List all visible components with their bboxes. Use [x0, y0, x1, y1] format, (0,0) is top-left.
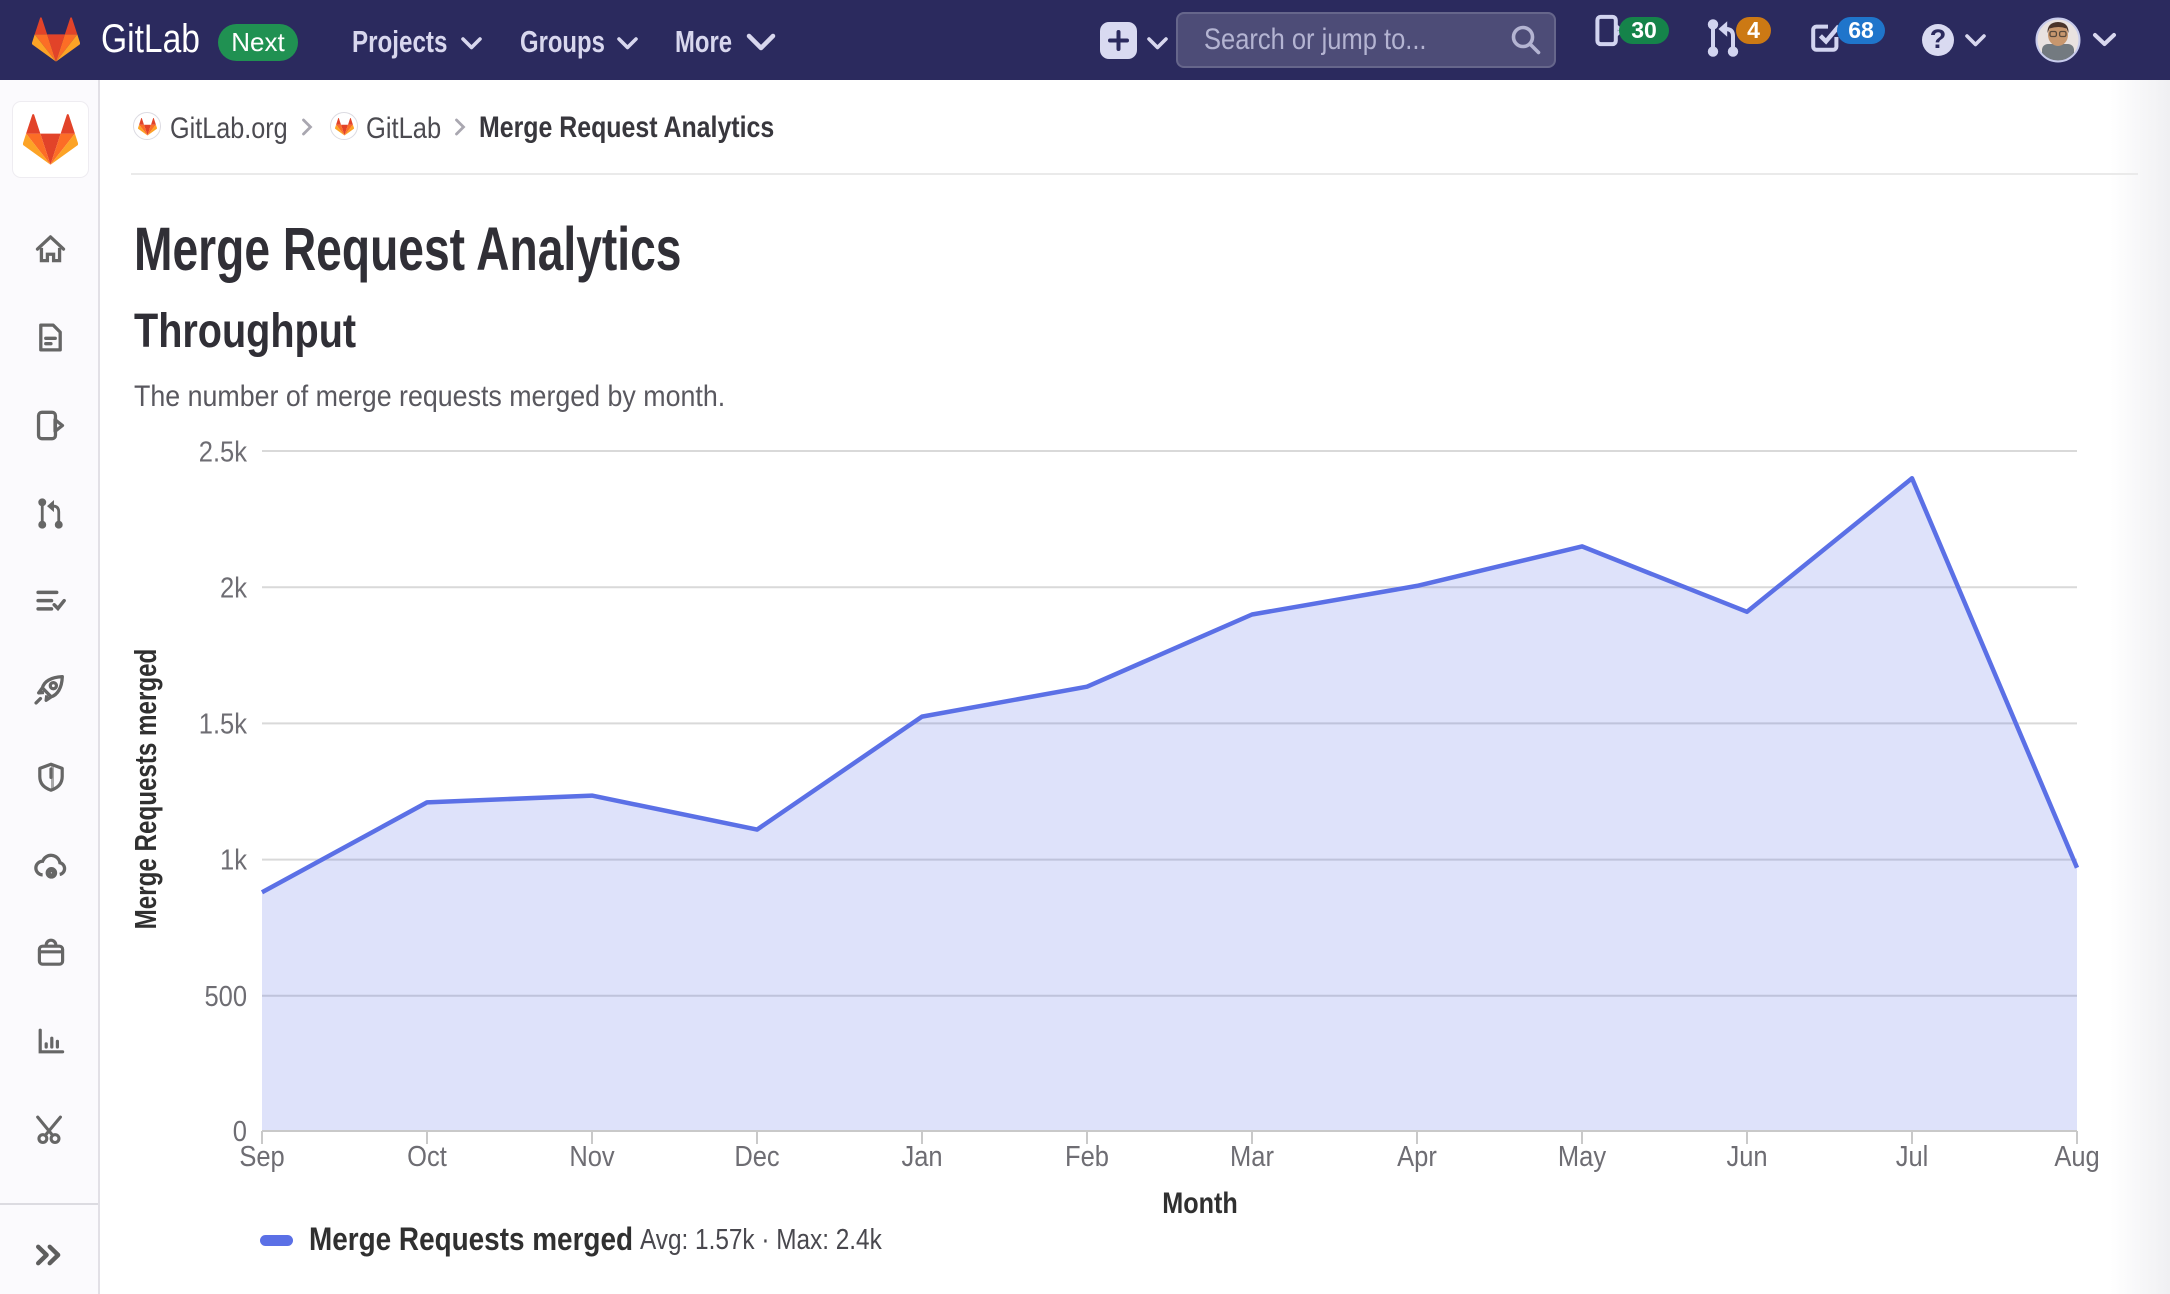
- svg-text:Oct: Oct: [407, 1139, 447, 1172]
- svg-text:Jun: Jun: [1726, 1139, 1767, 1172]
- svg-text:Merge Requests merged: Merge Requests merged: [128, 649, 163, 930]
- svg-text:500: 500: [204, 979, 247, 1012]
- svg-text:Mar: Mar: [1230, 1139, 1274, 1172]
- svg-text:Merge Requests merged: Merge Requests merged: [309, 1222, 633, 1257]
- svg-text:Avg: 1.57k · Max: 2.4k: Avg: 1.57k · Max: 2.4k: [640, 1223, 882, 1255]
- svg-text:Sep: Sep: [239, 1139, 284, 1172]
- svg-text:2k: 2k: [220, 571, 247, 604]
- svg-text:Aug: Aug: [2054, 1139, 2099, 1172]
- svg-text:May: May: [1558, 1139, 1607, 1172]
- svg-text:1k: 1k: [220, 843, 247, 876]
- svg-text:1.5k: 1.5k: [199, 707, 248, 740]
- svg-text:Apr: Apr: [1397, 1139, 1437, 1172]
- svg-text:Jan: Jan: [901, 1139, 942, 1172]
- svg-text:Nov: Nov: [569, 1139, 615, 1172]
- svg-text:Dec: Dec: [734, 1139, 779, 1172]
- svg-text:2.5k: 2.5k: [199, 435, 248, 468]
- svg-text:Jul: Jul: [1896, 1139, 1929, 1172]
- svg-text:Feb: Feb: [1065, 1139, 1109, 1172]
- svg-text:Month: Month: [1162, 1186, 1238, 1220]
